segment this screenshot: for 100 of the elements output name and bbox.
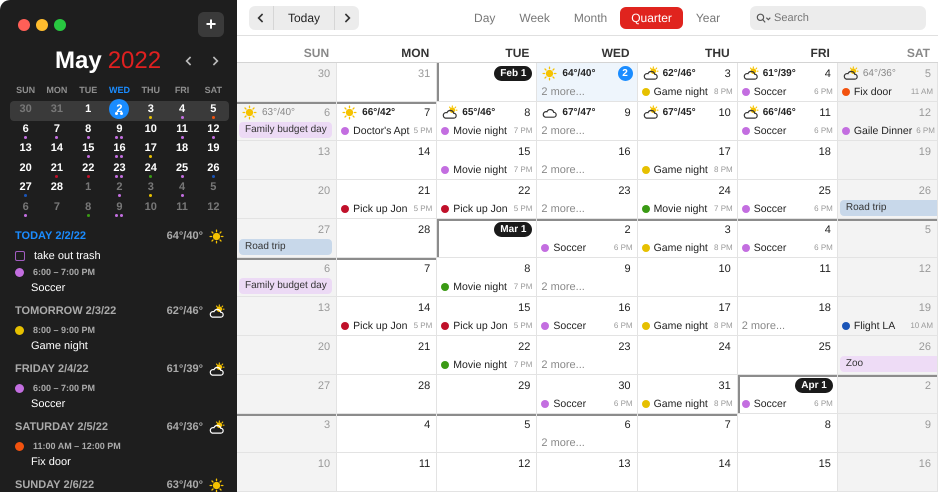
day-cell[interactable]: 14 Pick up Jon 5 PM	[337, 297, 438, 336]
day-cell[interactable]: 23 2 more...	[537, 336, 638, 375]
day-cell[interactable]: 22 Movie night 7 PM	[437, 336, 538, 375]
day-cell[interactable]: 18	[738, 141, 838, 180]
view-tab[interactable]: Week	[508, 6, 561, 29]
day-cell[interactable]: 67°/45° 10	[638, 102, 738, 141]
day-cell[interactable]: 7	[337, 258, 438, 297]
event-title[interactable]: Game night	[654, 86, 708, 98]
day-cell[interactable]: Mar 1	[437, 219, 538, 258]
day-number[interactable]: 27	[20, 181, 32, 193]
event-title[interactable]: Game night	[654, 164, 708, 176]
view-tab[interactable]: Month	[562, 6, 618, 29]
event-title[interactable]: Soccer	[754, 398, 786, 410]
day-cell[interactable]: 26 Road trip	[838, 180, 938, 219]
day-number[interactable]: 10	[144, 200, 157, 212]
day-cell[interactable]: 6 Family budget day	[237, 258, 338, 297]
day-number[interactable]: 19	[207, 142, 220, 154]
more-link[interactable]: 2 more...	[541, 124, 585, 136]
day-cell[interactable]: 22 Pick up Jon 5 PM	[437, 180, 538, 219]
view-tab[interactable]: Day	[463, 6, 506, 29]
more-link[interactable]: 2 more...	[742, 320, 786, 332]
event-title[interactable]: Game night	[654, 398, 708, 410]
zoom-button[interactable]	[54, 18, 66, 30]
day-cell[interactable]: 15	[738, 453, 838, 492]
event-title[interactable]: Game night	[654, 320, 708, 332]
day-cell[interactable]: 15 Movie night 7 PM	[437, 141, 538, 180]
day-cell[interactable]: 24	[638, 336, 738, 375]
day-cell[interactable]: 24 Movie night 7 PM	[638, 180, 738, 219]
event-title[interactable]: Pick up Jon	[453, 202, 508, 214]
day-cell[interactable]: 66°/42° 7 Doctor's Apt 5 PM	[337, 102, 438, 141]
day-cell[interactable]: 21	[337, 336, 438, 375]
day-number[interactable]: 5	[207, 103, 220, 115]
day-cell[interactable]: 16 Soccer 6 PM	[537, 297, 638, 336]
event-title[interactable]: Flight LA	[854, 320, 896, 332]
day-cell[interactable]: 30 Soccer 6 PM	[537, 375, 638, 414]
event-title[interactable]: Pick up Jon	[353, 320, 408, 332]
day-number[interactable]: 11	[176, 200, 188, 212]
day-cell[interactable]: 8	[738, 414, 838, 453]
day-number[interactable]: 4	[176, 181, 188, 193]
day-number[interactable]: 3	[144, 181, 157, 193]
day-number[interactable]: 16	[113, 142, 126, 154]
day-number[interactable]: 7	[50, 200, 63, 212]
day-cell[interactable]: 7	[638, 414, 738, 453]
day-number[interactable]: 11	[176, 122, 188, 134]
day-cell[interactable]: 3 Game night 8 PM	[638, 219, 738, 258]
minimize-button[interactable]	[36, 18, 48, 30]
event-title[interactable]: Gaile Dinner	[854, 124, 912, 136]
day-cell[interactable]: 5	[437, 414, 538, 453]
day-cell[interactable]: 4	[337, 414, 438, 453]
day-cell[interactable]: 66°/46° 11 Soccer 6 PM	[738, 102, 838, 141]
day-number[interactable]: 21	[50, 162, 64, 174]
day-number[interactable]: 12	[207, 200, 220, 212]
day-number[interactable]: 25	[176, 162, 188, 174]
day-number[interactable]: 18	[176, 142, 188, 154]
day-cell[interactable]: 4 Soccer 6 PM	[738, 219, 838, 258]
today-button[interactable]: Today	[273, 6, 336, 30]
event-title[interactable]: Soccer	[553, 320, 586, 332]
day-cell[interactable]: 12 Gaile Dinner 6 PM	[838, 102, 938, 141]
event-title[interactable]: Doctor's Apt	[353, 124, 410, 136]
day-number[interactable]: 1	[82, 181, 94, 193]
checkbox[interactable]	[15, 250, 25, 260]
day-cell[interactable]: Apr 1 Soccer 6 PM	[738, 375, 838, 414]
more-link[interactable]: 2 more...	[541, 164, 585, 176]
day-number[interactable]: 13	[20, 142, 32, 154]
day-cell[interactable]: 6 2 more...	[537, 414, 638, 453]
day-cell[interactable]: 11	[738, 258, 838, 297]
day-cell[interactable]: 19 Flight LA 10 AM	[838, 297, 938, 336]
all-day-event[interactable]: Family budget day	[239, 278, 332, 294]
event-title[interactable]: Movie night	[453, 164, 507, 176]
day-number[interactable]: 9	[113, 122, 126, 134]
day-number[interactable]: 15	[82, 142, 94, 154]
day-cell[interactable]: 11	[337, 453, 438, 492]
day-cell[interactable]: 26 Zoo	[838, 336, 938, 375]
day-cell[interactable]: 28	[337, 375, 438, 414]
day-cell[interactable]: 21 Pick up Jon 5 PM	[337, 180, 438, 219]
day-number[interactable]: 14	[50, 142, 64, 154]
day-cell[interactable]: 64°/36° 5 Fix door 11 AM	[838, 63, 938, 102]
event-title[interactable]: Soccer	[754, 202, 786, 214]
all-day-event[interactable]: Road trip	[840, 200, 937, 216]
day-number[interactable]: 6	[20, 122, 32, 134]
day-cell[interactable]: 29	[437, 375, 538, 414]
close-button[interactable]	[18, 18, 30, 30]
event-title[interactable]: Soccer	[553, 242, 586, 254]
all-day-event[interactable]: Zoo	[840, 356, 937, 372]
day-cell[interactable]: 17 Game night 8 PM	[638, 297, 738, 336]
day-number[interactable]: 2	[113, 181, 126, 193]
day-number[interactable]: 12	[207, 122, 220, 134]
day-cell[interactable]: Feb 1	[437, 63, 538, 102]
day-cell[interactable]: 65°/46° 8 Movie night 7 PM	[437, 102, 538, 141]
day-cell[interactable]: 25	[738, 336, 838, 375]
day-cell[interactable]: 14	[638, 453, 738, 492]
day-number[interactable]: 23	[113, 162, 126, 174]
add-button[interactable]: +	[198, 12, 224, 37]
day-number[interactable]: 24	[144, 162, 157, 174]
day-cell[interactable]: 62°/46° 3 Game night 8 PM	[638, 63, 738, 102]
event-title[interactable]: Movie night	[453, 280, 507, 292]
day-number[interactable]: 6	[20, 200, 32, 212]
event-title[interactable]: Pick up Jon	[453, 320, 508, 332]
event-title[interactable]: Soccer	[553, 398, 586, 410]
event-title[interactable]: Game night	[654, 242, 708, 254]
